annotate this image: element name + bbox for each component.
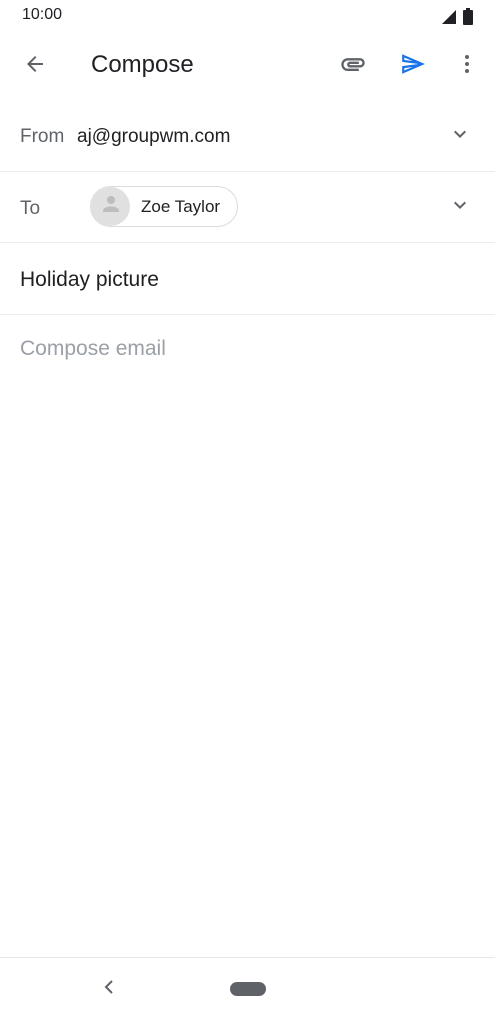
- more-options-button[interactable]: [447, 46, 487, 86]
- to-label: To: [20, 198, 41, 219]
- from-dropdown-button[interactable]: [440, 116, 480, 156]
- chevron-down-icon: [448, 193, 472, 222]
- back-button[interactable]: [15, 46, 55, 86]
- arrow-back-icon: [23, 52, 47, 81]
- recipient-name: Zoe Taylor: [141, 196, 221, 216]
- chevron-down-icon: [448, 122, 472, 151]
- more-vert-icon: [455, 52, 479, 81]
- subject-field[interactable]: Holiday picture: [20, 268, 159, 292]
- from-label: From: [20, 126, 65, 147]
- send-icon: [400, 51, 426, 82]
- person-icon: [99, 192, 123, 221]
- signal-icon: [441, 9, 457, 30]
- from-address[interactable]: aj@groupwm.com: [77, 126, 230, 148]
- to-dropdown-button[interactable]: [440, 187, 480, 227]
- battery-icon: [463, 8, 473, 30]
- send-button[interactable]: [393, 46, 433, 86]
- to-row: To Zoe Taylor: [0, 172, 495, 243]
- system-nav-bar: [0, 957, 495, 1018]
- compose-screen: 10:00 Compose From aj@groupwm.com To Zoe…: [0, 0, 495, 1018]
- nav-home-pill[interactable]: [230, 982, 266, 996]
- app-bar: Compose: [0, 32, 495, 100]
- recipient-chip[interactable]: Zoe Taylor: [90, 186, 238, 227]
- avatar: [91, 187, 130, 226]
- nav-back-button[interactable]: [94, 974, 124, 1004]
- compose-body-input[interactable]: [20, 334, 480, 364]
- status-time: 10:00: [22, 6, 63, 23]
- subject-row[interactable]: Holiday picture: [0, 243, 495, 315]
- chevron-left-icon: [102, 979, 116, 1000]
- paperclip-icon: [339, 50, 367, 83]
- page-title: Compose: [91, 51, 194, 78]
- status-icons: [441, 8, 473, 30]
- attach-button[interactable]: [333, 46, 373, 86]
- from-row: From aj@groupwm.com: [0, 100, 495, 172]
- status-bar: 10:00: [0, 0, 495, 32]
